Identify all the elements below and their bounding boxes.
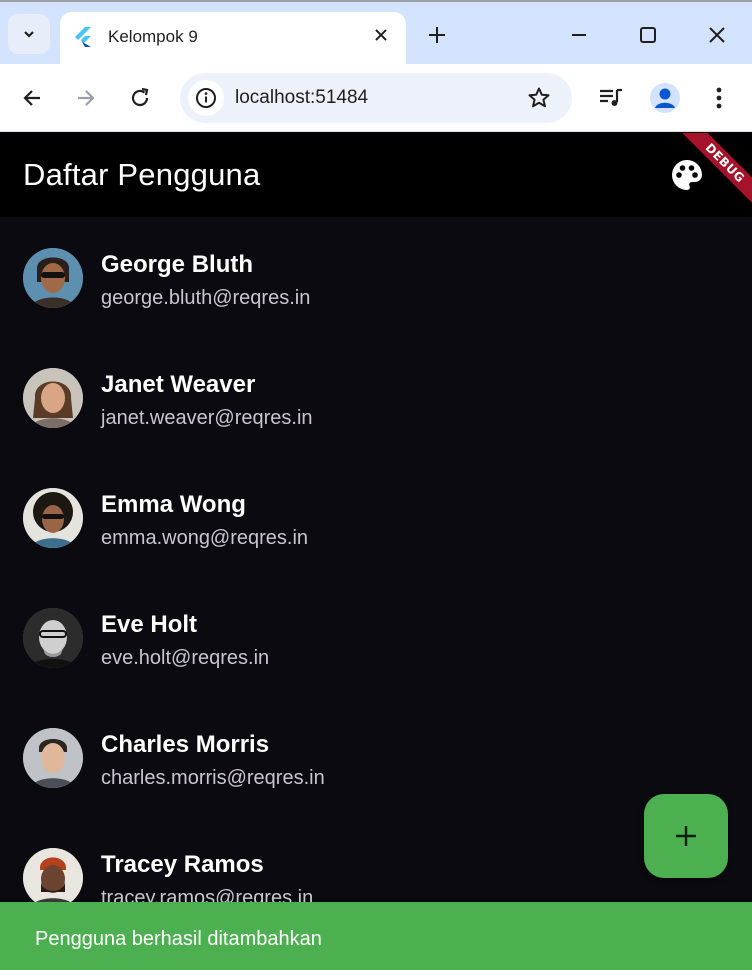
minimize-icon (572, 34, 586, 36)
avatar (23, 728, 83, 788)
arrow-right-icon (78, 90, 95, 106)
list-item[interactable]: Charles Morris charles.morris@reqres.in (0, 697, 752, 817)
tab-search-button[interactable] (8, 14, 50, 54)
reload-button[interactable] (124, 82, 156, 114)
user-name: Emma Wong (101, 491, 246, 518)
theme-toggle-button[interactable] (670, 158, 704, 192)
avatar (23, 248, 83, 308)
user-name: Charles Morris (101, 731, 270, 758)
browser-toolbar: localhost:51484 (0, 64, 752, 132)
tab-title: Kelompok 9 (108, 27, 198, 46)
forward-button[interactable] (70, 82, 102, 114)
address-bar[interactable]: localhost:51484 (180, 73, 572, 123)
list-item[interactable]: Eve Holt eve.holt@reqres.in (0, 577, 752, 697)
flutter-icon (75, 27, 91, 47)
avatar (23, 848, 83, 902)
user-email: tracey.ramos@reqres.in (101, 887, 314, 902)
snackbar-message: Pengguna berhasil ditambahkan (35, 928, 322, 950)
user-email: charles.morris@reqres.in (101, 767, 325, 789)
close-window-button[interactable] (702, 20, 732, 50)
snackbar: Pengguna berhasil ditambahkan (0, 902, 752, 970)
add-user-button[interactable] (644, 794, 728, 878)
url-text: localhost:51484 (235, 87, 369, 108)
browser-tab-strip: Kelompok 9 (0, 0, 752, 66)
maximize-icon (640, 27, 656, 43)
close-icon (709, 27, 725, 43)
person-icon (655, 88, 675, 108)
bookmark-button[interactable] (526, 85, 552, 111)
star-icon (528, 87, 550, 108)
list-item[interactable]: George Bluth george.bluth@reqres.in (0, 217, 752, 337)
user-name: George Bluth (101, 251, 254, 278)
debug-label: DEBUG (702, 140, 748, 186)
page-title: Daftar Pengguna (23, 157, 261, 192)
plus-icon (676, 826, 696, 846)
close-icon (375, 29, 387, 41)
list-item[interactable]: Tracey Ramos tracey.ramos@reqres.in (0, 817, 752, 902)
media-button[interactable] (594, 81, 628, 115)
user-name: Eve Holt (101, 611, 198, 638)
browser-tab[interactable]: Kelompok 9 (60, 12, 406, 66)
arrow-left-icon (23, 90, 40, 106)
list-item[interactable]: Janet Weaver janet.weaver@reqres.in (0, 337, 752, 457)
avatar (23, 368, 83, 428)
chevron-down-icon (24, 31, 34, 38)
browser-menu-button[interactable] (702, 81, 736, 115)
user-email: emma.wong@reqres.in (101, 527, 309, 549)
palette-icon (672, 160, 702, 190)
user-name: Janet Weaver (101, 371, 256, 398)
site-info-button[interactable] (188, 80, 224, 116)
media-queue-icon (600, 88, 622, 106)
maximize-button[interactable] (633, 20, 663, 50)
plus-icon (429, 27, 445, 43)
kebab-menu-icon (716, 87, 722, 109)
info-icon (196, 88, 216, 108)
user-email: eve.holt@reqres.in (101, 647, 270, 669)
back-button[interactable] (16, 82, 48, 114)
user-list: George Bluth george.bluth@reqres.in Jane… (0, 217, 752, 902)
avatar (23, 608, 83, 668)
new-tab-button[interactable] (422, 20, 452, 50)
avatar (23, 488, 83, 548)
user-name: Tracey Ramos (101, 851, 264, 878)
user-email: janet.weaver@reqres.in (101, 407, 313, 429)
tab-close-button[interactable] (370, 24, 392, 46)
user-email: george.bluth@reqres.in (101, 287, 311, 309)
list-item[interactable]: Emma Wong emma.wong@reqres.in (0, 457, 752, 577)
app-bar: Daftar Pengguna DEBUG (0, 133, 752, 217)
reload-icon (131, 87, 149, 107)
profile-button[interactable] (648, 81, 682, 115)
minimize-button[interactable] (564, 20, 594, 50)
